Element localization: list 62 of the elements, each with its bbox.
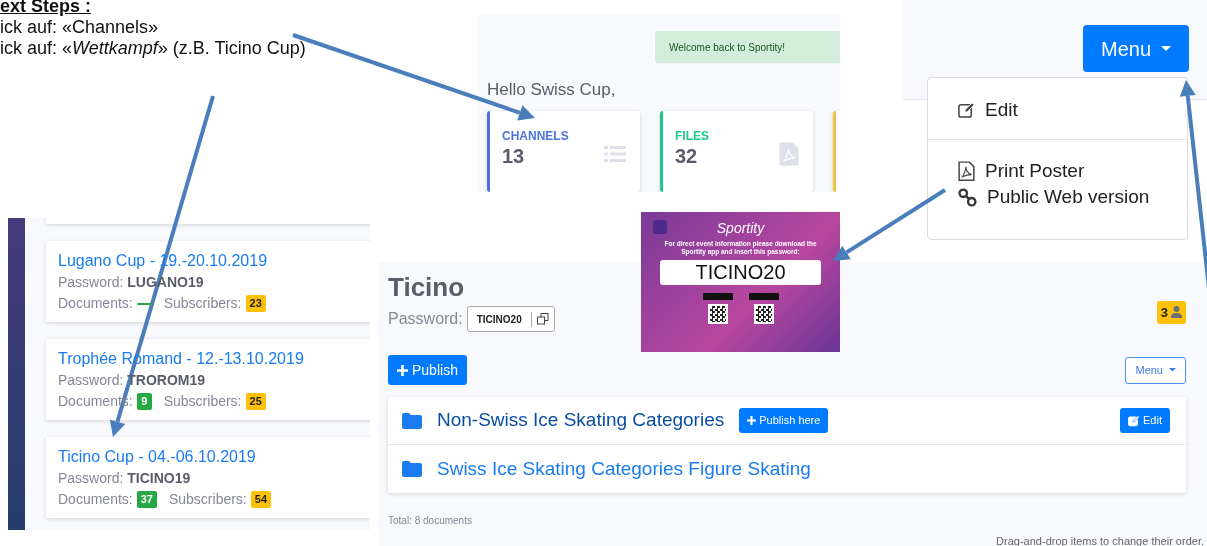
store-badge [702, 293, 733, 300]
stat-card[interactable]: FILES 32 [660, 111, 813, 192]
event-card[interactable]: Ticino Cup - 04.-06.10.2019 Password: TICINO19 Documents: 37 Subscribers: 54 [46, 437, 370, 518]
list-icon [604, 144, 626, 163]
menu-button[interactable]: Menu [1083, 25, 1189, 72]
documents-count [136, 302, 152, 305]
menu-button[interactable]: Menu [1125, 356, 1186, 384]
stat-card[interactable]: CHANNELS 13 [487, 111, 640, 192]
instruction-step: ick auf: «Channels» [0, 17, 470, 38]
poster-brand: Sportity [716, 220, 765, 236]
documents-count: 37 [136, 491, 157, 508]
caret-icon [1169, 368, 1176, 372]
stat-value: 32 [675, 144, 699, 169]
caret-icon [1161, 46, 1171, 51]
menu-item[interactable]: Edit [928, 97, 1187, 123]
poster-password: TICINO20 [660, 260, 821, 285]
instructions-heading: ext Steps : [0, 0, 93, 17]
folder-link[interactable]: Swiss Ice Skating Categories Figure Skating [437, 454, 811, 484]
publish-here-button[interactable]: Publish here [739, 408, 829, 433]
person-icon [1171, 306, 1182, 319]
stat-value: 13 [502, 144, 526, 169]
channel-title: Ticino [388, 272, 466, 302]
edit-button[interactable]: Edit [1120, 408, 1170, 433]
total-count: Total: 8 documents [388, 514, 473, 528]
folder-icon [402, 461, 422, 477]
pdf-file-icon [779, 141, 799, 166]
qr-code [707, 304, 728, 324]
plus-icon [397, 364, 408, 376]
welcome-alert: Welcome back to Sportity! [655, 31, 840, 63]
store-badge [748, 293, 779, 300]
event-title[interactable]: Ticino Cup - 04.-06.10.2019 [58, 446, 370, 468]
menu-item[interactable]: Print Poster [928, 158, 1187, 184]
password-label: Password: [388, 309, 463, 329]
folder-link[interactable]: Non-Swiss Ice Skating Categories [437, 406, 725, 435]
event-password: Password: TICINO19 [58, 469, 192, 488]
subscribers-count: 23 [245, 295, 266, 312]
documents-label: Documents: [58, 294, 133, 313]
documents-label: Documents: [58, 490, 133, 509]
stat-label: FILES [675, 129, 709, 143]
subscribers-label: Subscribers: [163, 392, 242, 411]
publish-button[interactable]: Publish [388, 355, 467, 385]
folder-row[interactable]: Non-Swiss Ice Skating Categories Publish here Edit [388, 397, 1186, 445]
plus-icon [747, 416, 757, 425]
logo-icon [653, 220, 667, 234]
folder-icon [402, 412, 422, 429]
edit-icon [1128, 414, 1141, 427]
link-icon [958, 187, 977, 207]
documents-count: 9 [136, 393, 152, 410]
edit-icon [958, 101, 975, 119]
greeting: Hello Swiss Cup, [487, 79, 617, 101]
folder-row[interactable]: Swiss Ice Skating Categories Figure Skating [388, 445, 1186, 493]
pdf-file-icon [958, 160, 975, 182]
subscribers-badge: 3 [1156, 300, 1186, 324]
subscribers-label: Subscribers: [168, 490, 247, 509]
subscribers-count: 54 [250, 491, 271, 508]
stat-label: CHANNELS [502, 129, 569, 143]
qr-code [753, 304, 774, 324]
password-field[interactable]: TICINO20 [466, 306, 555, 332]
subscribers-count: 25 [245, 393, 266, 410]
instruction-step: ick auf: «Wettkampf» (z.B. Ticino Cup) [0, 38, 470, 59]
menu-item[interactable]: Public Web version [928, 184, 1187, 210]
subscribers-label: Subscribers: [163, 294, 242, 313]
